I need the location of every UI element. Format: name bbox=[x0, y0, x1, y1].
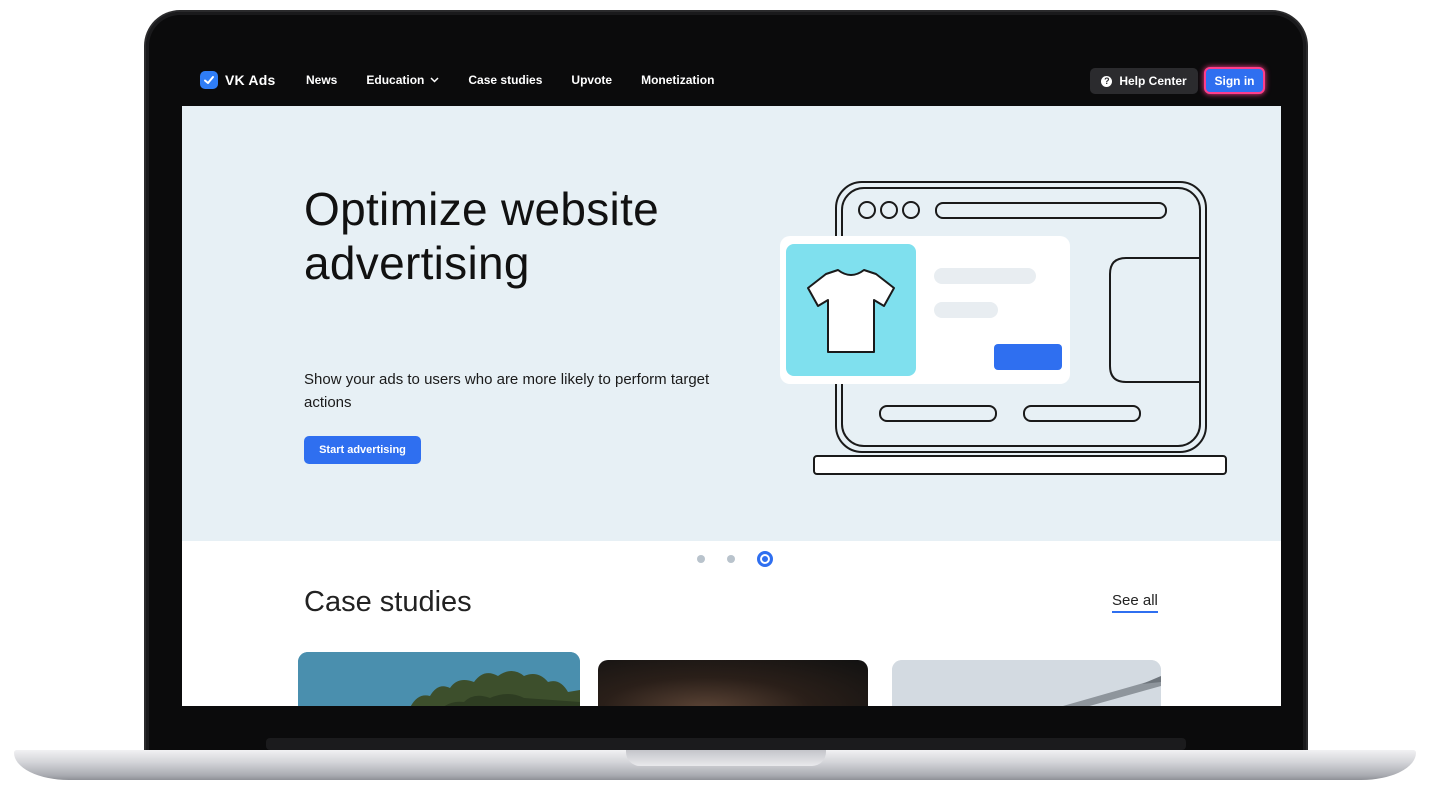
laptop-frame: VK Ads News Education Case studies Upvot… bbox=[0, 0, 1430, 789]
question-icon: ? bbox=[1101, 75, 1113, 87]
see-all-link[interactable]: See all bbox=[1112, 592, 1158, 613]
nav-link-upvote[interactable]: Upvote bbox=[571, 73, 612, 87]
nav-link-education[interactable]: Education bbox=[366, 73, 439, 87]
start-advertising-button[interactable]: Start advertising bbox=[304, 436, 421, 464]
vk-logo-icon bbox=[200, 71, 218, 89]
case-study-card-1[interactable] bbox=[298, 652, 580, 706]
vk-ads-logo[interactable]: VK Ads bbox=[200, 71, 275, 89]
hero-subtitle: Show your ads to users who are more like… bbox=[304, 371, 710, 411]
device-image bbox=[892, 660, 1161, 706]
sign-in-button[interactable]: Sign in bbox=[1204, 67, 1265, 94]
carousel-dots bbox=[697, 551, 773, 567]
coastline-image bbox=[298, 652, 580, 706]
help-center-button[interactable]: ? Help Center bbox=[1090, 68, 1198, 94]
case-studies-title: Case studies bbox=[304, 586, 472, 618]
carousel-dot-2[interactable] bbox=[727, 555, 735, 563]
browser-ad-illustration bbox=[780, 181, 1227, 475]
nav-link-case-studies[interactable]: Case studies bbox=[468, 73, 542, 87]
help-center-label: Help Center bbox=[1119, 74, 1187, 88]
top-nav: VK Ads News Education Case studies Upvot… bbox=[182, 54, 1281, 106]
laptop-notch bbox=[626, 750, 826, 766]
window-dot bbox=[902, 201, 920, 219]
nav-link-monetization[interactable]: Monetization bbox=[641, 73, 714, 87]
browser-screen: VK Ads News Education Case studies Upvot… bbox=[182, 54, 1281, 706]
hero-title: Optimize website advertising bbox=[304, 183, 660, 289]
window-dot bbox=[858, 201, 876, 219]
carousel-dot-1[interactable] bbox=[697, 555, 705, 563]
chevron-down-icon bbox=[430, 77, 439, 83]
case-study-card-3[interactable] bbox=[892, 660, 1161, 706]
nav-link-education-label: Education bbox=[366, 73, 425, 87]
carousel-dot-3-active[interactable] bbox=[757, 551, 773, 567]
nav-link-news[interactable]: News bbox=[306, 73, 337, 87]
logo-text: VK Ads bbox=[225, 72, 276, 88]
hero-banner: Optimize website advertising Show your a… bbox=[182, 106, 1281, 567]
laptop-hinge bbox=[266, 738, 1186, 750]
case-study-card-2[interactable] bbox=[598, 660, 868, 706]
nav-links: News Education Case studies Upvote Monet… bbox=[306, 54, 743, 106]
window-dot bbox=[880, 201, 898, 219]
